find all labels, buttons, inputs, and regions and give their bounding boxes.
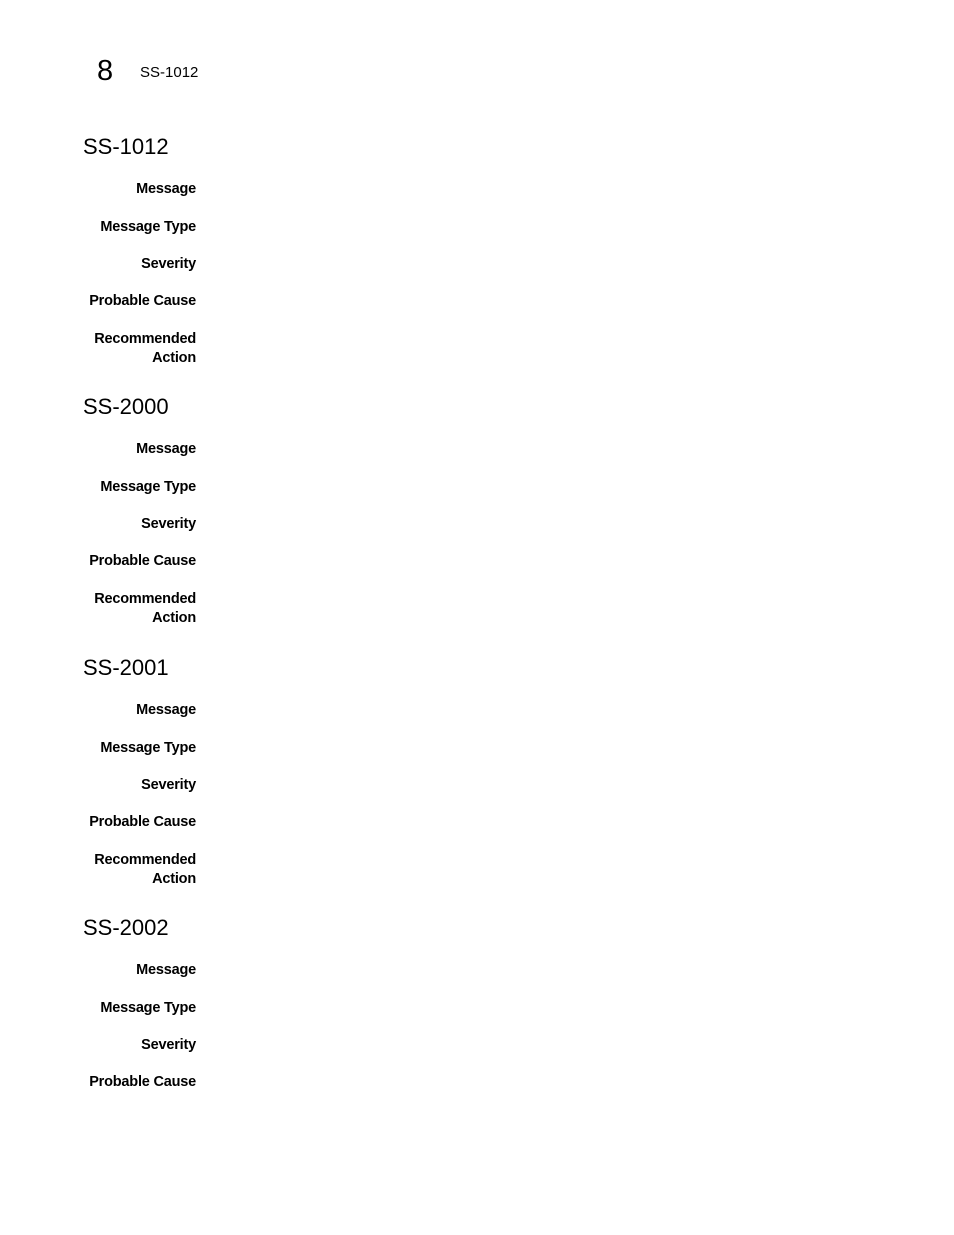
field-label: Severity bbox=[141, 516, 196, 532]
section-title: SS-2001 bbox=[83, 655, 169, 680]
field-label: Message bbox=[136, 962, 196, 978]
field-label: Severity bbox=[141, 1037, 196, 1053]
field-label: Message Type bbox=[100, 219, 196, 235]
chapter-number: 8 bbox=[97, 55, 114, 87]
field-label: Message Type bbox=[100, 740, 196, 756]
section-title: SS-1012 bbox=[83, 134, 169, 159]
field-label: Recommended Action bbox=[94, 852, 196, 887]
field-label: Recommended Action bbox=[94, 591, 196, 626]
field-label: Message bbox=[136, 181, 196, 197]
field-label: Message bbox=[136, 441, 196, 457]
field-label: Message Type bbox=[100, 479, 196, 495]
field-label: Probable Cause bbox=[89, 553, 196, 569]
field-label: Message bbox=[136, 702, 196, 718]
field-label: Probable Cause bbox=[89, 293, 196, 309]
field-label: Recommended Action bbox=[94, 331, 196, 366]
field-label: Probable Cause bbox=[89, 1074, 196, 1090]
field-label: Message Type bbox=[100, 1000, 196, 1016]
section-title: SS-2002 bbox=[83, 915, 169, 940]
running-title: SS-1012 bbox=[140, 64, 199, 81]
field-label: Severity bbox=[141, 256, 196, 272]
field-label: Severity bbox=[141, 777, 196, 793]
section-title: SS-2000 bbox=[83, 394, 169, 419]
field-label: Probable Cause bbox=[89, 814, 196, 830]
